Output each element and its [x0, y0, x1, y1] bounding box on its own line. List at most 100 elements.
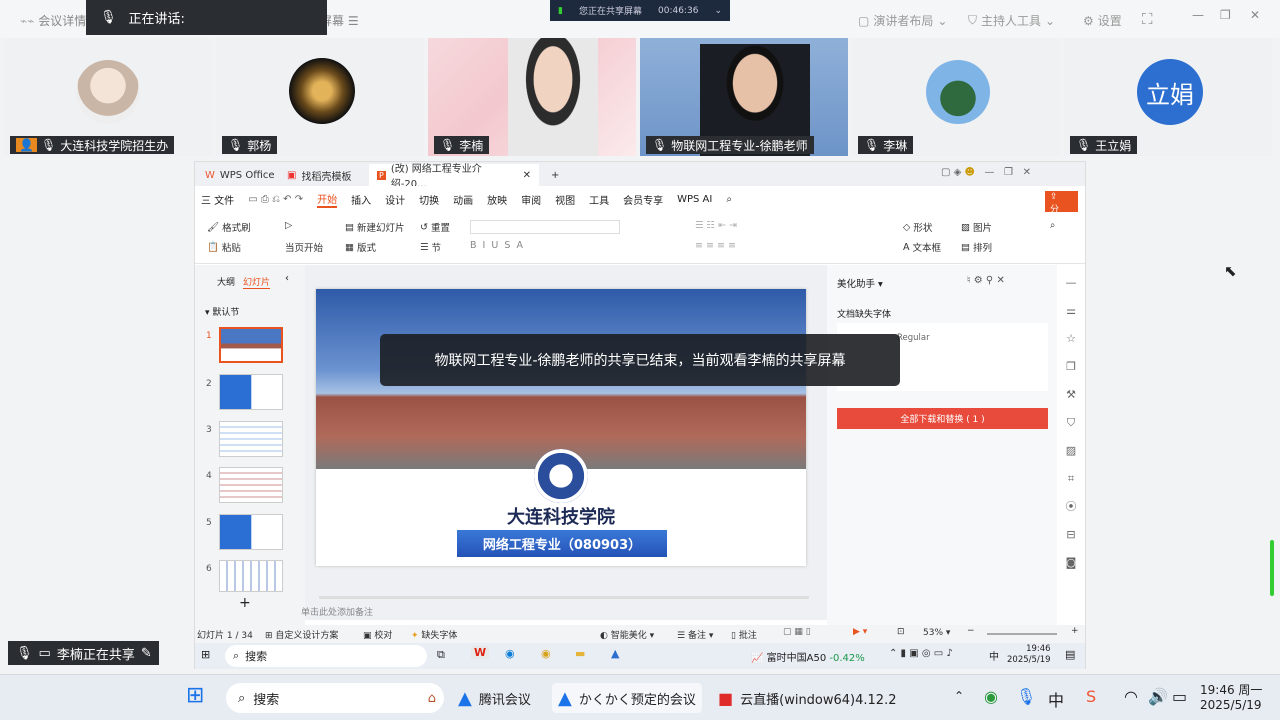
close-icon[interactable]: ✕	[1023, 167, 1031, 178]
close-icon[interactable]: ✕	[1250, 8, 1260, 22]
taskbar-clock[interactable]: 19:46 周一 2025/5/19	[1200, 683, 1262, 713]
tab-document[interactable]: P (改) 网络工程专业介绍-20... ✕	[369, 164, 539, 190]
zoom-out-icon[interactable]: −	[967, 626, 975, 636]
notes-placeholder[interactable]: 单击此处添加备注	[301, 605, 373, 618]
tab-outline[interactable]: 大纲	[217, 275, 235, 288]
add-slide-button[interactable]: +	[239, 595, 251, 611]
custom-design-button[interactable]: ⊞ 自定义设计方案	[265, 628, 338, 641]
avatar[interactable]: ☻	[965, 167, 975, 178]
share-status-badge[interactable]: ▮ 您正在共享屏幕 00:46:36 ⌄	[550, 0, 730, 21]
fullscreen-icon[interactable]: ⛶	[1142, 10, 1153, 28]
participant-video[interactable]: 🎙 李楠	[428, 38, 636, 156]
windows-start-icon[interactable]: ⊞	[201, 648, 210, 661]
find-icon[interactable]: ⌕	[1050, 220, 1055, 231]
speaker-icon[interactable]: 🔊	[1148, 687, 1168, 706]
menu-wps-ai[interactable]: WPS AI	[677, 194, 712, 205]
menu-animation[interactable]: 动画	[453, 192, 473, 207]
download-replace-button[interactable]: 全部下载和替换 ( 1 )	[837, 408, 1048, 429]
copy-icon[interactable]: ❐	[1057, 353, 1085, 381]
battery-icon[interactable]: ▭	[1172, 687, 1187, 706]
close-icon[interactable]: ✕	[523, 170, 531, 181]
wifi-icon[interactable]: ◠	[1124, 687, 1138, 706]
menu-view[interactable]: 视图	[555, 192, 575, 207]
smart-beautify-button[interactable]: ◐ 智能美化 ▾	[600, 628, 654, 641]
font-select[interactable]	[470, 220, 620, 234]
menu-slideshow[interactable]: 放映	[487, 192, 507, 207]
folder-icon[interactable]: ▬	[575, 647, 585, 660]
font-item[interactable]: Regular	[897, 333, 930, 343]
picture-button[interactable]: ▨ 图片	[961, 220, 992, 235]
minimize-icon[interactable]: —	[985, 167, 995, 178]
shape-button[interactable]: ◇ 形状	[903, 220, 932, 235]
horizontal-scrollbar[interactable]	[319, 596, 809, 599]
shield-icon[interactable]: ⛉	[1057, 409, 1085, 437]
new-tab-button[interactable]: +	[543, 164, 567, 186]
edge-icon[interactable]: ◉	[505, 647, 515, 660]
taskbar-app-tencent-meeting[interactable]: ▲ 腾讯会议	[452, 683, 537, 713]
sharing-indicator[interactable]: 🎙 ▭ 李楠正在共享 ✎	[8, 641, 159, 665]
tab-slides[interactable]: 幻灯片	[243, 275, 271, 289]
gear-icon[interactable]: ⚙	[974, 275, 986, 286]
minimize-icon[interactable]: —	[1057, 269, 1085, 297]
section-label[interactable]: ▾ 默认节	[205, 305, 239, 318]
tray-icons[interactable]: ⌃ ▮ ▣ ◎ ▭ ♪	[889, 648, 953, 659]
inner-search-box[interactable]: ⌕ 搜索	[225, 645, 427, 667]
star-icon[interactable]: ☆	[1057, 325, 1085, 353]
restore-icon[interactable]: ❐	[1004, 167, 1013, 178]
close-icon[interactable]: ✕	[996, 275, 1004, 286]
layout-icon[interactable]: ▢	[941, 167, 954, 178]
settings-button[interactable]: ⚙ 设置	[1083, 12, 1122, 29]
tab-template[interactable]: ▣ 找稻壳模板	[279, 164, 359, 186]
missing-font-button[interactable]: ✦ 缺失字体	[411, 628, 457, 641]
menu-home[interactable]: 开始	[317, 191, 338, 208]
menu-design[interactable]: 设计	[385, 192, 405, 207]
meeting-details-link[interactable]: ⌁⌁ 会议详情	[20, 12, 86, 29]
slide-thumbnail[interactable]	[219, 514, 283, 550]
restore-icon[interactable]: ❐	[1220, 8, 1231, 22]
new-slide-button[interactable]: ▤ 新建幻灯片	[345, 220, 405, 235]
taskbar-app-scheduled-meeting[interactable]: ▲ かくかく预定的会议	[552, 683, 702, 713]
meeting-app-icon[interactable]: ▲	[611, 647, 619, 660]
tray-app-icon[interactable]: S	[1086, 687, 1096, 706]
section-button[interactable]: ☰ 节	[420, 240, 441, 255]
zoom-in-icon[interactable]: +	[1071, 626, 1079, 636]
tray-app-icon[interactable]: ◉	[984, 687, 998, 706]
proofread-button[interactable]: ▣ 校对	[363, 628, 392, 641]
menu-member[interactable]: 会员专享	[623, 192, 663, 207]
stock-widget[interactable]: 📈 富时中国A50 -0.42%	[751, 649, 865, 664]
paragraph-icons[interactable]: ☰ ☷ ⇤ ⇥	[695, 220, 737, 231]
slide-thumbnail[interactable]	[219, 421, 283, 457]
minimize-icon[interactable]: —	[1192, 8, 1204, 22]
collapse-icon[interactable]: ‹	[285, 273, 289, 284]
menu-tools[interactable]: 工具	[589, 192, 609, 207]
crop-icon[interactable]: ⌗	[1057, 465, 1085, 493]
paste-button[interactable]: 📋 粘贴	[207, 240, 241, 255]
tools-icon[interactable]: ⚒	[1057, 381, 1085, 409]
slide-thumbnail[interactable]	[219, 374, 283, 410]
host-tools-button[interactable]: ⛉ 主持人工具 ⌄	[968, 12, 1055, 29]
reset-button[interactable]: ↺ 重置	[420, 220, 450, 235]
format-painter-button[interactable]: 🖌 格式刷	[207, 220, 251, 235]
assistant-title[interactable]: 美化助手 ▾	[837, 276, 883, 290]
tray-expand-icon[interactable]: ⌃	[954, 689, 964, 703]
image-icon[interactable]: ▨	[1057, 437, 1085, 465]
menu-insert[interactable]: 插入	[351, 192, 371, 207]
participant-tile[interactable]: 立娟 🎙 王立娟	[1064, 38, 1272, 156]
notes-button[interactable]: ☰ 备注 ▾	[677, 628, 713, 641]
zoom-level[interactable]: 53% ▾	[923, 628, 950, 638]
inner-clock[interactable]: 19:46 2025/5/19	[1007, 644, 1051, 666]
wps-app-icon[interactable]: W	[471, 646, 490, 659]
menu-file[interactable]: 三 文件	[201, 192, 234, 207]
tab-wps-office[interactable]: W WPS Office	[197, 164, 283, 186]
play-icon[interactable]: ▷	[285, 220, 292, 231]
pin-icon[interactable]: ⚲	[986, 275, 997, 286]
align-icons[interactable]: ≡ ≡ ≡ ≡	[695, 240, 736, 251]
cube-icon[interactable]: ◈	[954, 167, 965, 178]
chrome-icon[interactable]: ◉	[541, 647, 551, 660]
view-mode-icons[interactable]: ▢ ▦ ▯	[783, 627, 811, 637]
menu-review[interactable]: 审阅	[521, 192, 541, 207]
slide-thumbnail[interactable]	[219, 327, 283, 363]
arrange-button[interactable]: ▤ 排列	[961, 240, 992, 255]
presenter-layout-button[interactable]: ▢ 演讲者布局 ⌄	[858, 12, 947, 29]
mic-icon[interactable]: 🎙	[1016, 687, 1036, 706]
